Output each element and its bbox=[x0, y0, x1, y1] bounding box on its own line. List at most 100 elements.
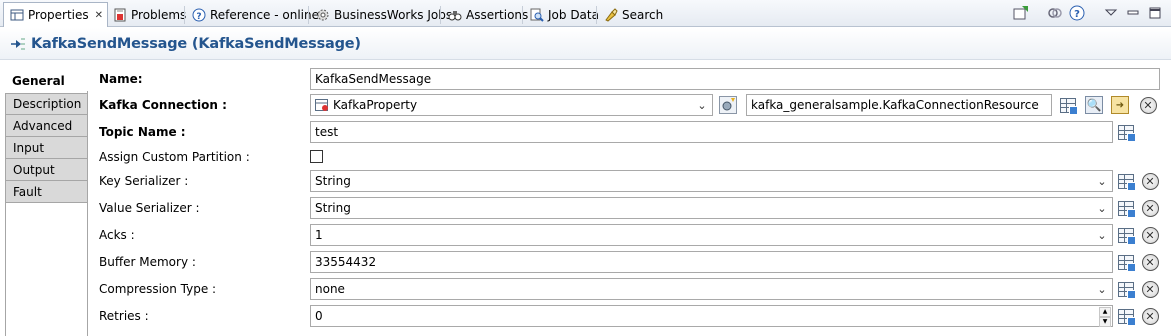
field-value: KafkaSendMessage bbox=[315, 72, 432, 86]
search-icon: 🔍 bbox=[1085, 96, 1103, 114]
tab-input[interactable]: Input bbox=[5, 137, 88, 159]
clear-button[interactable]: ✕ bbox=[1139, 96, 1157, 114]
tab-label: Job Data bbox=[548, 8, 599, 22]
close-icon: ✕ bbox=[1141, 253, 1159, 271]
close-icon: ✕ bbox=[1141, 172, 1159, 190]
tab-divider bbox=[87, 91, 88, 336]
tab-description[interactable]: Description bbox=[5, 93, 88, 115]
clear-button[interactable]: ✕ bbox=[1141, 199, 1159, 217]
close-icon: ✕ bbox=[1139, 96, 1157, 114]
tab-reference-online[interactable]: ? Reference - online bbox=[186, 3, 323, 27]
acks-select[interactable]: 1 ⌄ bbox=[310, 224, 1113, 246]
maximize-icon[interactable] bbox=[1147, 5, 1163, 21]
buffer-memory-field[interactable]: 33554432 bbox=[310, 251, 1113, 273]
clear-button[interactable]: ✕ bbox=[1141, 307, 1159, 325]
binding-grid-icon bbox=[1060, 97, 1078, 115]
acks-label: Acks : bbox=[99, 228, 135, 242]
edit-binding-button[interactable] bbox=[1117, 307, 1136, 326]
edit-binding-button[interactable] bbox=[1117, 123, 1136, 142]
gear-icon bbox=[316, 8, 330, 22]
tab-label: Problems bbox=[131, 8, 187, 22]
close-icon: ✕ bbox=[1141, 226, 1159, 244]
close-icon: ✕ bbox=[1141, 280, 1159, 298]
tab-job-data[interactable]: Job Data bbox=[524, 3, 603, 27]
chevron-down-icon[interactable]: ⌄ bbox=[1095, 201, 1109, 215]
buffer-memory-row: Buffer Memory : 33554432 ✕ bbox=[99, 251, 1169, 274]
retries-label: Retries : bbox=[99, 309, 149, 323]
view-toolbar: ? bbox=[1013, 5, 1163, 21]
tab-label: Reference - online bbox=[210, 8, 319, 22]
binding-grid-icon bbox=[1118, 227, 1136, 245]
field-value: none bbox=[315, 282, 345, 296]
link-icon[interactable] bbox=[1047, 5, 1063, 21]
value-serializer-label: Value Serializer : bbox=[99, 201, 200, 215]
tab-label: Properties bbox=[28, 8, 89, 22]
chevron-down-icon[interactable]: ⌄ bbox=[695, 98, 709, 112]
compression-type-select[interactable]: none ⌄ bbox=[310, 278, 1113, 300]
clear-button[interactable]: ✕ bbox=[1141, 280, 1159, 298]
value-serializer-select[interactable]: String ⌄ bbox=[310, 197, 1113, 219]
activity-icon bbox=[10, 37, 26, 51]
edit-binding-button[interactable] bbox=[1117, 253, 1136, 272]
buffer-memory-label: Buffer Memory : bbox=[99, 255, 196, 269]
name-field[interactable]: KafkaSendMessage bbox=[310, 68, 1160, 90]
field-value: 1 bbox=[315, 228, 323, 242]
chevron-down-icon[interactable]: ⌄ bbox=[1095, 174, 1109, 188]
chevron-down-icon[interactable]: ⌄ bbox=[1095, 228, 1109, 242]
create-resource-button[interactable] bbox=[719, 96, 737, 114]
binding-grid-icon bbox=[1118, 254, 1136, 272]
topic-name-field[interactable]: test bbox=[310, 121, 1113, 143]
tab-separator bbox=[440, 6, 441, 24]
binoculars-icon bbox=[448, 8, 462, 22]
edit-binding-button[interactable] bbox=[1117, 226, 1136, 245]
open-resource-button[interactable]: ➜ bbox=[1111, 96, 1129, 114]
tab-problems[interactable]: Problems bbox=[107, 3, 190, 27]
help-icon[interactable]: ? bbox=[1069, 5, 1085, 21]
spinner-buttons[interactable]: ▲ ▼ bbox=[1099, 307, 1111, 327]
field-value: test bbox=[315, 125, 339, 139]
clear-button[interactable]: ✕ bbox=[1141, 172, 1159, 190]
tab-fault[interactable]: Fault bbox=[5, 181, 88, 203]
view-menu-icon[interactable] bbox=[1103, 5, 1119, 21]
field-value: String bbox=[315, 174, 351, 188]
binding-grid-icon bbox=[1118, 281, 1136, 299]
edit-binding-button[interactable] bbox=[1117, 199, 1136, 218]
kafka-connection-select[interactable]: KafkaProperty ⌄ bbox=[310, 94, 713, 116]
edit-binding-button[interactable] bbox=[1117, 172, 1136, 191]
retries-row: Retries : 0 ▲ ▼ ✕ bbox=[99, 305, 1169, 328]
edit-binding-button[interactable] bbox=[1117, 280, 1136, 299]
clear-button[interactable]: ✕ bbox=[1141, 253, 1159, 271]
tab-separator bbox=[308, 6, 309, 24]
assign-custom-partition-checkbox[interactable] bbox=[310, 150, 323, 163]
clear-button[interactable]: ✕ bbox=[1141, 226, 1159, 244]
tab-separator bbox=[184, 6, 185, 24]
compression-type-row: Compression Type : none ⌄ ✕ bbox=[99, 278, 1169, 301]
tab-properties[interactable]: Properties ✕ bbox=[3, 2, 109, 27]
svg-text:?: ? bbox=[196, 12, 201, 22]
tab-separator bbox=[522, 6, 523, 24]
name-row: Name: KafkaSendMessage bbox=[99, 68, 1169, 91]
close-icon[interactable]: ✕ bbox=[95, 10, 103, 21]
tab-label: Advanced bbox=[13, 118, 73, 133]
search-resource-button[interactable]: 🔍 bbox=[1085, 96, 1103, 114]
page-title: KafkaSendMessage (KafkaSendMessage) bbox=[31, 35, 361, 52]
edit-binding-button[interactable] bbox=[1059, 96, 1078, 115]
pin-view-icon[interactable] bbox=[1013, 5, 1029, 21]
key-serializer-label: Key Serializer : bbox=[99, 174, 189, 188]
tab-advanced[interactable]: Advanced bbox=[5, 115, 88, 137]
tab-search[interactable]: Search bbox=[598, 3, 667, 27]
kafka-connection-label: Kafka Connection : bbox=[99, 98, 227, 112]
tab-businessworks-jobs[interactable]: BusinessWorks Jobs bbox=[310, 3, 456, 27]
spin-down-icon[interactable]: ▼ bbox=[1099, 317, 1111, 327]
chevron-down-icon[interactable]: ⌄ bbox=[1095, 282, 1109, 296]
connection-resource-field[interactable]: kafka_generalsample.KafkaConnectionResou… bbox=[746, 94, 1052, 116]
retries-spinner[interactable]: 0 ▲ ▼ bbox=[310, 305, 1113, 327]
tab-general[interactable]: General bbox=[5, 69, 88, 93]
flashlight-icon bbox=[604, 8, 618, 22]
spin-up-icon[interactable]: ▲ bbox=[1099, 307, 1111, 317]
value-serializer-row: Value Serializer : String ⌄ ✕ bbox=[99, 197, 1169, 220]
tab-assertions[interactable]: Assertions bbox=[442, 3, 532, 27]
minimize-icon[interactable] bbox=[1125, 5, 1141, 21]
tab-output[interactable]: Output bbox=[5, 159, 88, 181]
key-serializer-select[interactable]: String ⌄ bbox=[310, 170, 1113, 192]
